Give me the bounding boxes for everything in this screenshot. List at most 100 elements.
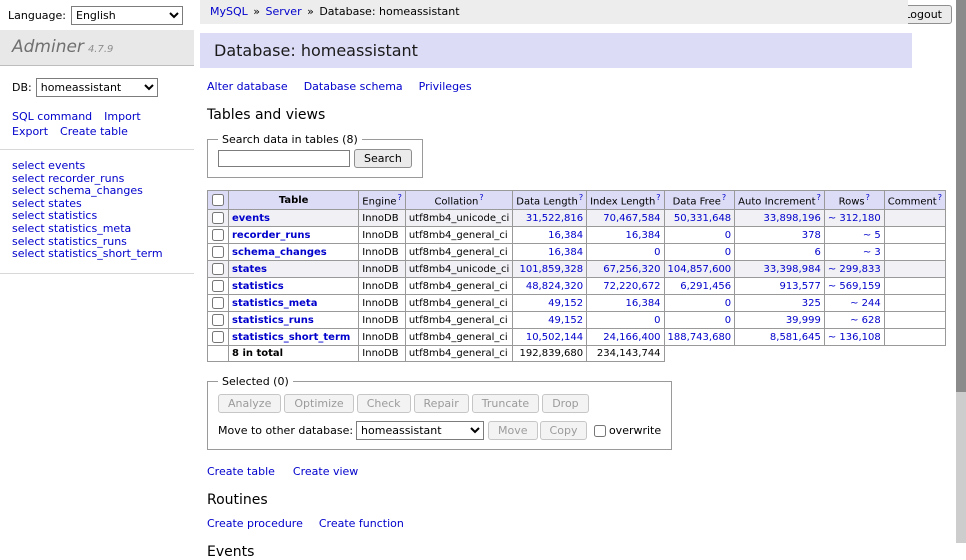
table-link-recorder-runs[interactable]: recorder_runs (232, 230, 310, 241)
data-length-link[interactable]: 10,502,144 (526, 332, 583, 343)
data-free-link[interactable]: 6,291,456 (680, 281, 731, 292)
data-length-link[interactable]: 16,384 (548, 247, 583, 258)
auto-increment-link[interactable]: 33,398,984 (764, 264, 821, 275)
index-length-link[interactable]: 0 (654, 247, 660, 258)
sidebar-select-events[interactable]: select events (12, 160, 194, 173)
repair-button[interactable]: Repair (414, 394, 469, 413)
rows-link[interactable]: ~ 3 (863, 247, 881, 258)
auto-increment-link[interactable]: 8,581,645 (770, 332, 821, 343)
select-all-checkbox[interactable] (212, 194, 224, 206)
data-length-link[interactable]: 49,152 (548, 315, 583, 326)
db-action-alter-database[interactable]: Alter database (207, 80, 288, 93)
db-select[interactable]: homeassistant (36, 78, 158, 97)
db-action-database-schema[interactable]: Database schema (304, 80, 403, 93)
analyze-button[interactable]: Analyze (218, 394, 281, 413)
create-create-table[interactable]: Create table (207, 465, 275, 478)
language-select[interactable]: English (71, 6, 183, 25)
routine-create-procedure[interactable]: Create procedure (207, 517, 303, 530)
table-link-schema-changes[interactable]: schema_changes (232, 247, 327, 258)
data-length-link[interactable]: 16,384 (548, 230, 583, 241)
move-db-select[interactable]: homeassistant (356, 421, 484, 440)
data-length-link[interactable]: 31,522,816 (526, 213, 583, 224)
row-checkbox-recorder_runs[interactable] (212, 229, 224, 241)
sidebar-link-export[interactable]: Export (12, 125, 48, 138)
breadcrumb-mysql[interactable]: MySQL (210, 5, 248, 18)
rows-link[interactable]: ~ 569,159 (828, 281, 881, 292)
data-free-link[interactable]: 0 (725, 247, 731, 258)
row-checkbox-events[interactable] (212, 212, 224, 224)
help-icon[interactable]: ? (579, 193, 583, 202)
data-free-link[interactable]: 50,331,648 (674, 213, 731, 224)
index-length-link[interactable]: 16,384 (626, 230, 661, 241)
table-link-statistics-runs[interactable]: statistics_runs (232, 315, 314, 326)
data-length-link[interactable]: 101,859,328 (519, 264, 583, 275)
help-icon[interactable]: ? (938, 193, 942, 202)
auto-increment-link[interactable]: 6 (814, 247, 820, 258)
rows-link[interactable]: ~ 244 (850, 298, 881, 309)
data-free-link[interactable]: 188,743,680 (668, 332, 732, 343)
sidebar-select-statistics-short-term[interactable]: select statistics_short_term (12, 248, 194, 261)
sidebar-link-create-table[interactable]: Create table (60, 125, 128, 138)
scrollbar[interactable] (956, 0, 966, 543)
help-icon[interactable]: ? (866, 193, 870, 202)
row-checkbox-statistics_short_term[interactable] (212, 331, 224, 343)
data-length-link[interactable]: 49,152 (548, 298, 583, 309)
rows-link[interactable]: ~ 628 (850, 315, 881, 326)
sidebar-link-sql-command[interactable]: SQL command (12, 110, 92, 123)
overwrite-label[interactable]: overwrite (609, 424, 661, 437)
data-free-link[interactable]: 104,857,600 (668, 264, 732, 275)
drop-button[interactable]: Drop (542, 394, 588, 413)
move-button[interactable]: Move (488, 421, 538, 440)
table-link-events[interactable]: events (232, 213, 270, 224)
auto-increment-link[interactable]: 378 (802, 230, 821, 241)
rows-link[interactable]: ~ 299,833 (828, 264, 881, 275)
help-icon[interactable]: ? (479, 193, 483, 202)
index-length-link[interactable]: 72,220,672 (603, 281, 660, 292)
routine-create-function[interactable]: Create function (319, 517, 404, 530)
rows-link[interactable]: ~ 312,180 (828, 213, 881, 224)
sidebar-select-schema-changes[interactable]: select schema_changes (12, 185, 194, 198)
app-name[interactable]: Adminer (12, 37, 84, 57)
auto-increment-link[interactable]: 913,577 (779, 281, 820, 292)
data-free-link[interactable]: 0 (725, 230, 731, 241)
data-free-link[interactable]: 0 (725, 298, 731, 309)
table-link-statistics-meta[interactable]: statistics_meta (232, 298, 317, 309)
index-length-link[interactable]: 67,256,320 (603, 264, 660, 275)
copy-button[interactable]: Copy (540, 421, 588, 440)
row-checkbox-statistics[interactable] (212, 280, 224, 292)
data-free-link[interactable]: 0 (725, 315, 731, 326)
rows-link[interactable]: ~ 136,108 (828, 332, 881, 343)
table-link-states[interactable]: states (232, 264, 267, 275)
breadcrumb-server[interactable]: Server (266, 5, 302, 18)
check-button[interactable]: Check (357, 394, 411, 413)
db-action-privileges[interactable]: Privileges (419, 80, 472, 93)
auto-increment-link[interactable]: 33,898,196 (764, 213, 821, 224)
search-input[interactable] (218, 150, 350, 167)
index-length-link[interactable]: 70,467,584 (603, 213, 660, 224)
row-checkbox-states[interactable] (212, 263, 224, 275)
data-length-link[interactable]: 48,824,320 (526, 281, 583, 292)
help-icon[interactable]: ? (656, 193, 660, 202)
row-checkbox-statistics_runs[interactable] (212, 314, 224, 326)
table-link-statistics-short-term[interactable]: statistics_short_term (232, 332, 350, 343)
index-length-link[interactable]: 24,166,400 (603, 332, 660, 343)
overwrite-checkbox[interactable] (594, 425, 606, 437)
index-length-link[interactable]: 16,384 (626, 298, 661, 309)
optimize-button[interactable]: Optimize (284, 394, 353, 413)
auto-increment-link[interactable]: 39,999 (786, 315, 821, 326)
truncate-button[interactable]: Truncate (472, 394, 539, 413)
table-link-statistics[interactable]: statistics (232, 281, 284, 292)
row-checkbox-schema_changes[interactable] (212, 246, 224, 258)
index-length-link[interactable]: 0 (654, 315, 660, 326)
scrollbar-thumb[interactable] (956, 0, 966, 392)
sidebar-select-statistics-meta[interactable]: select statistics_meta (12, 223, 194, 236)
row-checkbox-statistics_meta[interactable] (212, 297, 224, 309)
sidebar-link-import[interactable]: Import (104, 110, 141, 123)
rows-link[interactable]: ~ 5 (863, 230, 881, 241)
help-icon[interactable]: ? (398, 193, 402, 202)
help-icon[interactable]: ? (722, 193, 726, 202)
search-button[interactable]: Search (354, 149, 412, 168)
help-icon[interactable]: ? (817, 193, 821, 202)
create-create-view[interactable]: Create view (293, 465, 358, 478)
auto-increment-link[interactable]: 325 (802, 298, 821, 309)
